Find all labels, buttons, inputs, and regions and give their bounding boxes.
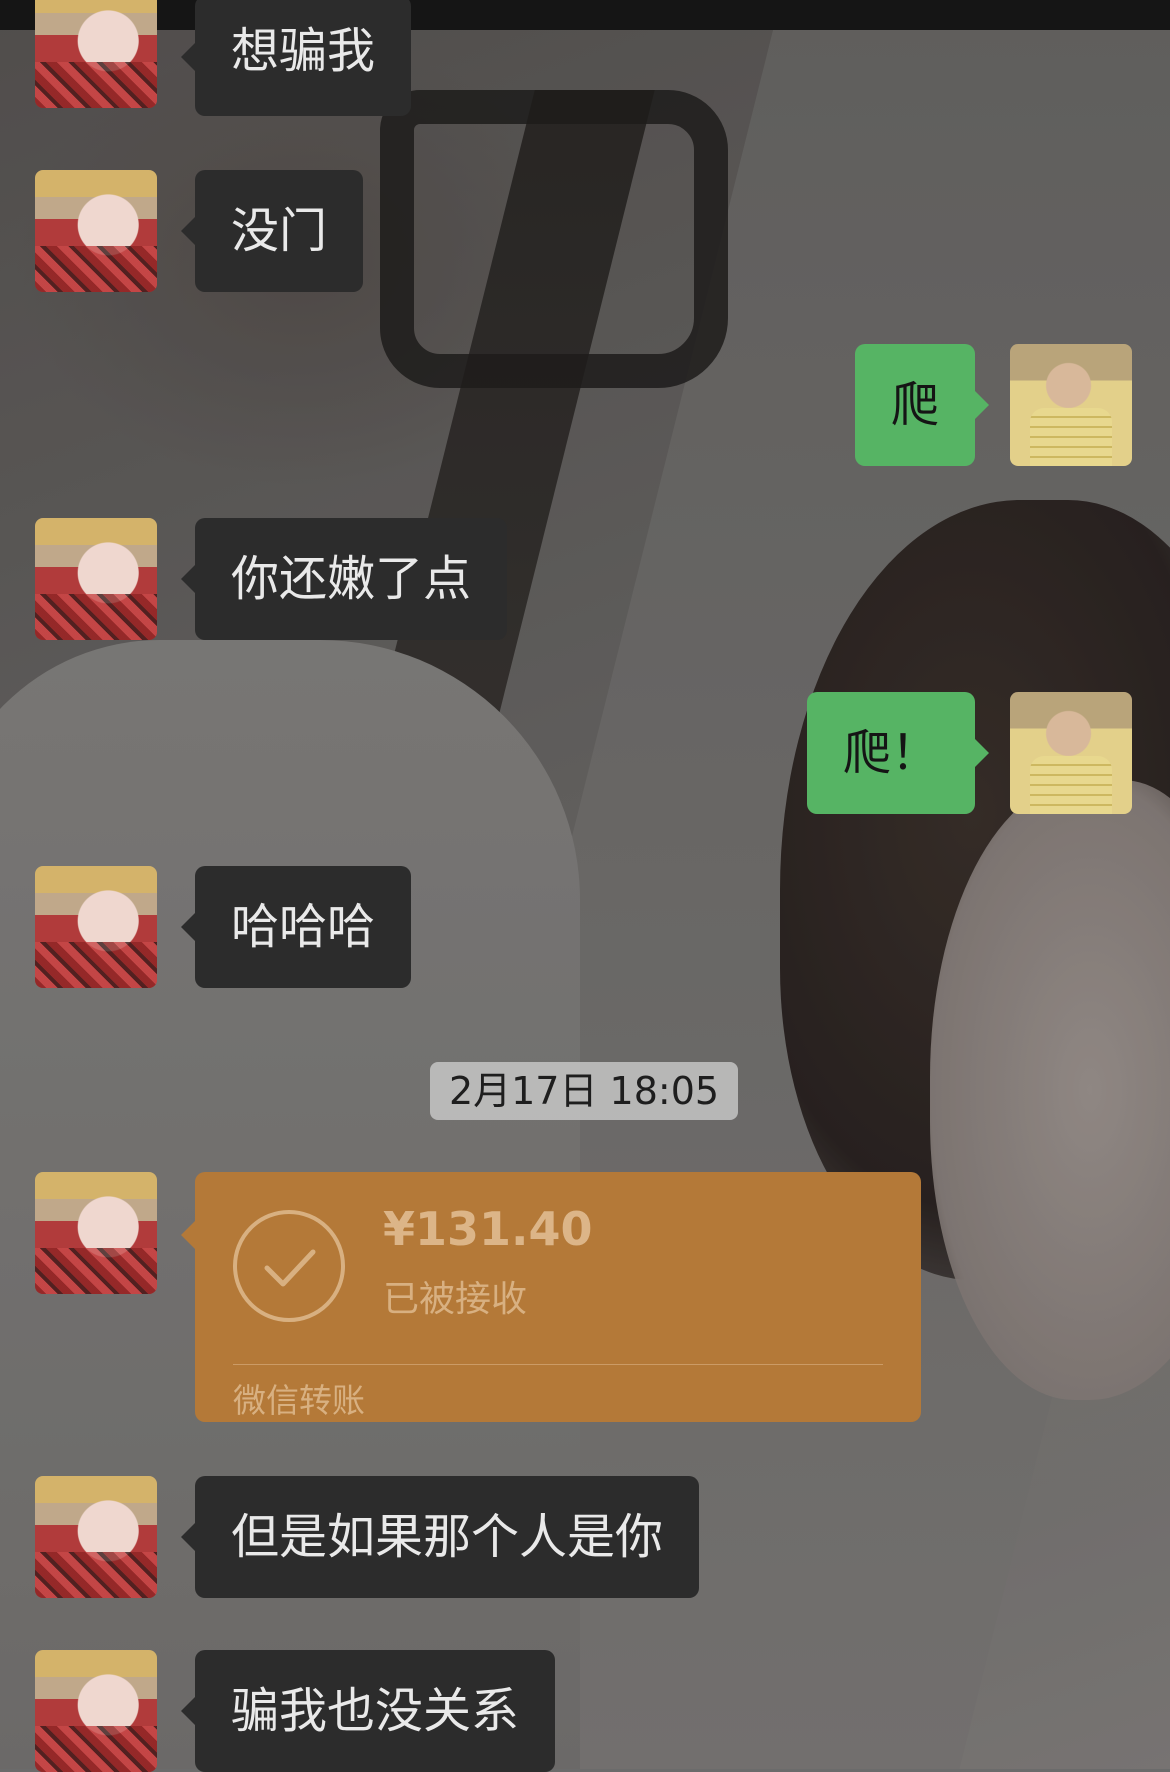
contact-avatar[interactable] (35, 1476, 157, 1598)
top-status-strip (0, 0, 1170, 30)
message-bubble-incoming[interactable]: 你还嫩了点 (180, 518, 508, 640)
message-bubble-incoming[interactable]: 骗我也没关系 (180, 1650, 556, 1772)
my-avatar[interactable] (1010, 692, 1132, 814)
contact-avatar[interactable] (35, 866, 157, 988)
transfer-status: 已被接收 (383, 1279, 528, 1320)
my-avatar[interactable] (1010, 344, 1132, 466)
contact-avatar[interactable] (35, 170, 157, 292)
check-circle-icon (233, 1210, 345, 1322)
transfer-label: 微信转账 (233, 1381, 365, 1420)
message-bubble-incoming[interactable]: 哈哈哈 (180, 866, 412, 988)
message-bubble-incoming[interactable]: 没门 (180, 170, 364, 292)
message-bubble-outgoing[interactable]: 爬！ (806, 692, 990, 814)
contact-avatar[interactable] (35, 518, 157, 640)
transfer-divider (233, 1364, 883, 1365)
contact-avatar[interactable] (35, 0, 157, 108)
contact-avatar[interactable] (35, 1172, 157, 1294)
message-bubble-outgoing[interactable]: 爬 (854, 344, 990, 466)
contact-avatar[interactable] (35, 1650, 157, 1772)
wechat-transfer-card[interactable]: ¥131.40 已被接收 微信转账 (181, 1172, 921, 1422)
transfer-amount: ¥131.40 (383, 1202, 593, 1256)
message-bubble-incoming[interactable]: 但是如果那个人是你 (180, 1476, 700, 1598)
message-bubble-incoming[interactable]: 想骗我 (180, 0, 412, 116)
chat-timestamp: 2月17日 18:05 (430, 1062, 738, 1120)
